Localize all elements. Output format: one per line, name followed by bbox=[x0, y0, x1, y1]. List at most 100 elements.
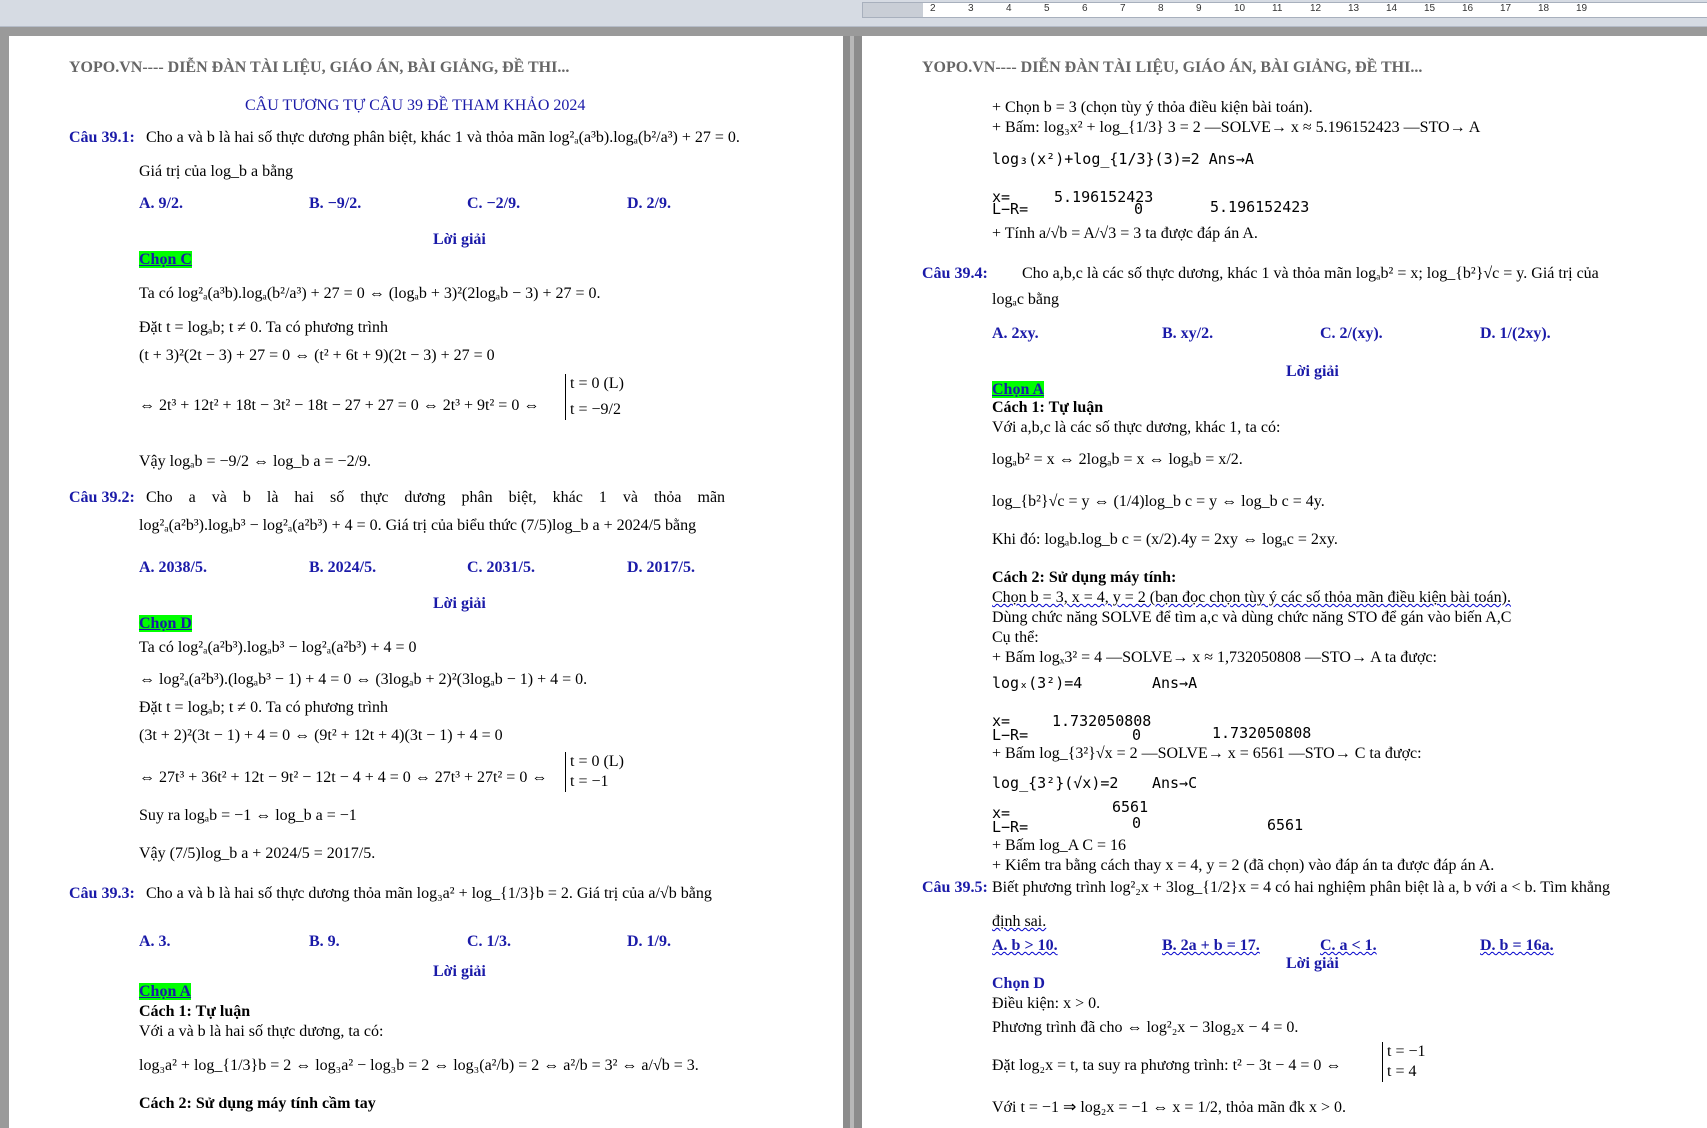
chosen-answer-text: Chọn C bbox=[139, 251, 192, 268]
ruler-number: 6 bbox=[1082, 3, 1088, 14]
answer-option-b[interactable]: B. −9/2. bbox=[309, 194, 361, 214]
solution-line: + Chọn b = 3 (chọn tùy ý thỏa điều kiện … bbox=[992, 99, 1313, 116]
solution-heading: Lời giải bbox=[1286, 363, 1339, 380]
question-text: Cho a và b là hai số thực dương phân biệ… bbox=[146, 489, 726, 506]
ruler-number: 4 bbox=[1006, 3, 1012, 14]
horizontal-ruler[interactable]: 2 3 4 5 6 7 8 9 10 11 12 13 14 15 16 17 … bbox=[862, 2, 1707, 18]
solution-line: ⇔ log²ₐ(a²b³).(logₐb³ − 1) + 4 = 0 ⇔ (3l… bbox=[139, 671, 588, 688]
answer-option-a[interactable]: A. 2038/5. bbox=[139, 558, 207, 578]
document-page-left[interactable]: YOPO.VN---- DIỄN ĐÀN TÀI LIỆU, GIÁO ÁN, … bbox=[9, 36, 843, 1128]
solution-line: Vậy (7/5)log_b a + 2024/5 = 2017/5. bbox=[139, 845, 376, 862]
solution-line: Cụ thể: bbox=[992, 629, 1039, 646]
calculator-label: L−R= bbox=[992, 818, 1029, 836]
page-header: YOPO.VN---- DIỄN ĐÀN TÀI LIỆU, GIÁO ÁN, … bbox=[922, 59, 1423, 76]
answer-option-d[interactable]: D. 2/9. bbox=[627, 194, 671, 214]
solution-line: log₃a² + log_{1/3}b = 2 ⇔ log₃a² − log₃b… bbox=[139, 1057, 699, 1074]
solution-line: Điều kiện: x > 0. bbox=[992, 995, 1101, 1012]
solution-line: + Bấm log_A C = 16 bbox=[992, 837, 1127, 854]
solution-heading: Lời giải bbox=[1286, 955, 1339, 972]
answer-option-c[interactable]: C. −2/9. bbox=[467, 194, 520, 214]
case-bracket: t = −1 t = 4 bbox=[1382, 1042, 1426, 1082]
answer-option-a[interactable]: A. 9/2. bbox=[139, 194, 183, 214]
solution-line: Phương trình đã cho ⇔ log²₂x − 3log₂x − … bbox=[992, 1019, 1299, 1036]
ruler-number: 14 bbox=[1386, 3, 1398, 14]
calculator-value: 0 bbox=[1132, 814, 1142, 832]
solution-line: + Kiểm tra bằng cách thay x = 4, y = 2 (… bbox=[992, 857, 1495, 874]
question-text: Cho a và b là hai số thực dương phân biệ… bbox=[146, 129, 740, 146]
solution-line: + Tính a/√b = A/√3 = 3 ta được đáp án A. bbox=[992, 225, 1258, 242]
question-label: Câu 39.2: bbox=[69, 489, 135, 506]
answer-option-b[interactable]: B. xy/2. bbox=[1162, 324, 1213, 344]
solution-heading: Lời giải bbox=[433, 231, 486, 248]
solution-line: Với t = −1 ⇒ log₂x = −1 ⇔ x = 1/2, thỏa … bbox=[992, 1099, 1347, 1116]
section-title: CÂU TƯƠNG TỰ CÂU 39 ĐỀ THAM KHẢO 2024 bbox=[245, 97, 586, 114]
question-label: Câu 39.4: bbox=[922, 265, 988, 282]
solution-line: + Bấm logₓ3² = 4 —SOLVE→ x ≈ 1,732050808… bbox=[992, 649, 1437, 666]
window-top-bar: 2 3 4 5 6 7 8 9 10 11 12 13 14 15 16 17 … bbox=[0, 0, 1707, 27]
answer-option-c[interactable]: C. 2/(xy). bbox=[1320, 324, 1383, 344]
solution-line: Khi đó: logₐb.log_b c = (x/2).4y = 2xy ⇔… bbox=[992, 531, 1338, 548]
solution-line: Đặt t = logₐb; t ≠ 0. Ta có phương trình bbox=[139, 319, 388, 336]
ruler-number: 8 bbox=[1158, 3, 1164, 14]
solution-line: logₐb² = x ⇔ 2logₐb = x ⇔ logₐb = x/2. bbox=[992, 451, 1243, 468]
solution-line: Ta có log²ₐ(a³b).logₐ(b²/a³) + 27 = 0 ⇔ … bbox=[139, 285, 601, 302]
calculator-display: logₓ(3²)=4 bbox=[992, 674, 1083, 692]
answer-option-c[interactable]: C. 1/3. bbox=[467, 932, 511, 952]
page-gap bbox=[843, 36, 862, 1128]
ruler-number: 9 bbox=[1196, 3, 1202, 14]
chosen-answer-text: Chọn A bbox=[992, 381, 1045, 398]
answer-option-d[interactable]: D. 2017/5. bbox=[627, 558, 695, 578]
case-line: t = −1 bbox=[1387, 1043, 1426, 1060]
question-text: Cho a,b,c là các số thực dương, khác 1 v… bbox=[1022, 265, 1599, 282]
answer-option-d[interactable]: D. b = 16a. bbox=[1480, 936, 1554, 956]
answer-option-d[interactable]: D. 1/9. bbox=[627, 932, 671, 952]
case-line: t = 4 bbox=[1387, 1063, 1417, 1080]
solution-line: Với a và b là hai số thực dương, ta có: bbox=[139, 1023, 384, 1040]
calculator-display: Ans→C bbox=[1152, 774, 1198, 792]
ruler-number: 3 bbox=[968, 3, 974, 14]
solution-line: (3t + 2)²(3t − 1) + 4 = 0 ⇔ (9t² + 12t +… bbox=[139, 727, 503, 744]
method-heading: Cách 1: Tự luận bbox=[992, 399, 1104, 416]
answer-option-a[interactable]: A. 3. bbox=[139, 932, 171, 952]
calculator-display: log₃(x²)+log_{1/3}(3)=2 Ans→A bbox=[992, 150, 1254, 168]
solution-line: Dùng chức năng SOLVE để tìm a,c và dùng … bbox=[992, 609, 1512, 626]
solution-line: Với a,b,c là các số thực dương, khác 1, … bbox=[992, 419, 1281, 436]
ruler-margin bbox=[863, 3, 923, 17]
case-line: t = 0 (L) bbox=[570, 753, 624, 770]
solution-line: Suy ra logₐb = −1 ⇔ log_b a = −1 bbox=[139, 807, 357, 824]
answer-option-a[interactable]: A. 2xy. bbox=[992, 324, 1039, 344]
calculator-value: 5.196152423 bbox=[1210, 198, 1310, 216]
solution-line: + Bấm: log₃x² + log_{1/3} 3 = 2 —SOLVE→ … bbox=[992, 119, 1481, 136]
method-heading: Cách 2: Sử dụng máy tính: bbox=[992, 569, 1177, 586]
calculator-value: 6561 bbox=[1112, 798, 1149, 816]
ruler-number: 7 bbox=[1120, 3, 1126, 14]
chosen-answer: Chọn A bbox=[139, 982, 192, 1002]
question-text: log²ₐ(a²b³).logₐb³ − log²ₐ(a²b³) + 4 = 0… bbox=[139, 517, 697, 534]
answer-option-c[interactable]: C. a < 1. bbox=[1320, 936, 1377, 956]
calculator-value: 0 bbox=[1132, 726, 1142, 744]
page-header: YOPO.VN---- DIỄN ĐÀN TÀI LIỆU, GIÁO ÁN, … bbox=[69, 59, 570, 76]
question-text: Giá trị của log_b a bằng bbox=[139, 163, 294, 180]
answer-option-b[interactable]: B. 2a + b = 17. bbox=[1162, 936, 1260, 956]
chosen-answer: Chọn A bbox=[992, 380, 1045, 400]
calculator-display: log_{3²}(√x)=2 bbox=[992, 774, 1119, 792]
calculator-label: L−R= bbox=[992, 726, 1029, 744]
answer-option-b[interactable]: B. 9. bbox=[309, 932, 340, 952]
question-text: định sai. bbox=[992, 913, 1047, 930]
case-line: t = −9/2 bbox=[570, 401, 621, 418]
question-text: logₐc bằng bbox=[992, 291, 1060, 308]
case-line: t = 0 (L) bbox=[570, 375, 624, 392]
chosen-answer-text: Chọn D bbox=[139, 615, 192, 632]
solution-line: log_{b²}√c = y ⇔ (1/4)log_b c = y ⇔ log_… bbox=[992, 493, 1325, 510]
document-page-right[interactable]: YOPO.VN---- DIỄN ĐÀN TÀI LIỆU, GIÁO ÁN, … bbox=[862, 36, 1707, 1128]
answer-option-a[interactable]: A. b > 10. bbox=[992, 936, 1058, 956]
answer-option-c[interactable]: C. 2031/5. bbox=[467, 558, 535, 578]
case-line: t = −1 bbox=[570, 773, 609, 790]
method-heading: Cách 2: Sử dụng máy tính cầm tay bbox=[139, 1095, 376, 1112]
question-text: Cho a và b là hai số thực dương thỏa mãn… bbox=[146, 885, 712, 902]
answer-option-d[interactable]: D. 1/(2xy). bbox=[1480, 324, 1551, 344]
chosen-answer: Chọn D bbox=[139, 614, 192, 634]
answer-option-b[interactable]: B. 2024/5. bbox=[309, 558, 376, 578]
solution-heading: Lời giải bbox=[433, 963, 486, 980]
ruler-number: 18 bbox=[1538, 3, 1550, 14]
